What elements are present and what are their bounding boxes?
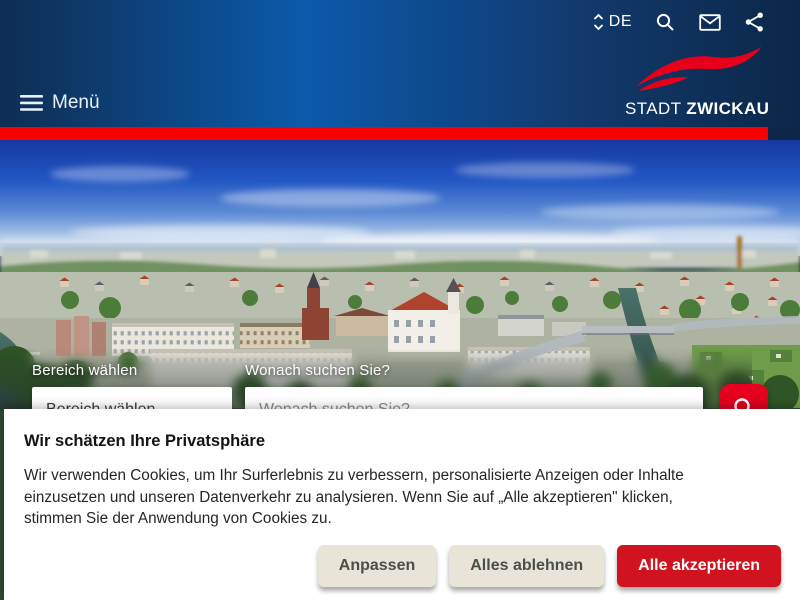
area-select-label: Bereich wählen (32, 362, 137, 379)
logo-text: STADT ZWICKAU (625, 99, 765, 119)
stadt-zwickau-logo[interactable]: STADT ZWICKAU (625, 46, 765, 119)
language-label: DE (609, 13, 632, 31)
cookie-consent-banner: Wir schätzen Ihre Privatsphäre Wir verwe… (4, 409, 800, 600)
language-switcher[interactable]: DE (593, 13, 632, 31)
updown-chevrons-icon (593, 14, 604, 30)
accent-red-bar (0, 127, 768, 140)
menu-button[interactable]: Menü (20, 92, 100, 114)
utility-bar: DE (593, 8, 764, 36)
logo-swoosh-icon (633, 46, 765, 92)
share-icon[interactable] (745, 12, 764, 32)
cookie-customize-button[interactable]: Anpassen (318, 545, 436, 587)
cookie-banner-title: Wir schätzen Ihre Privatsphäre (24, 432, 781, 451)
cookie-banner-actions: Anpassen Alles ablehnen Alle akzeptieren (24, 545, 781, 587)
cookie-banner-text: Wir verwenden Cookies, um Ihr Surferlebn… (24, 465, 730, 530)
mail-icon[interactable] (699, 14, 721, 31)
query-input-label: Wonach suchen Sie? (245, 362, 390, 379)
cookie-reject-button[interactable]: Alles ablehnen (449, 545, 604, 587)
site-header: DE Menü (0, 0, 800, 127)
search-icon[interactable] (656, 13, 675, 32)
hamburger-icon (20, 95, 43, 111)
cookie-accept-button[interactable]: Alle akzeptieren (617, 545, 781, 587)
menu-label: Menü (52, 92, 100, 114)
